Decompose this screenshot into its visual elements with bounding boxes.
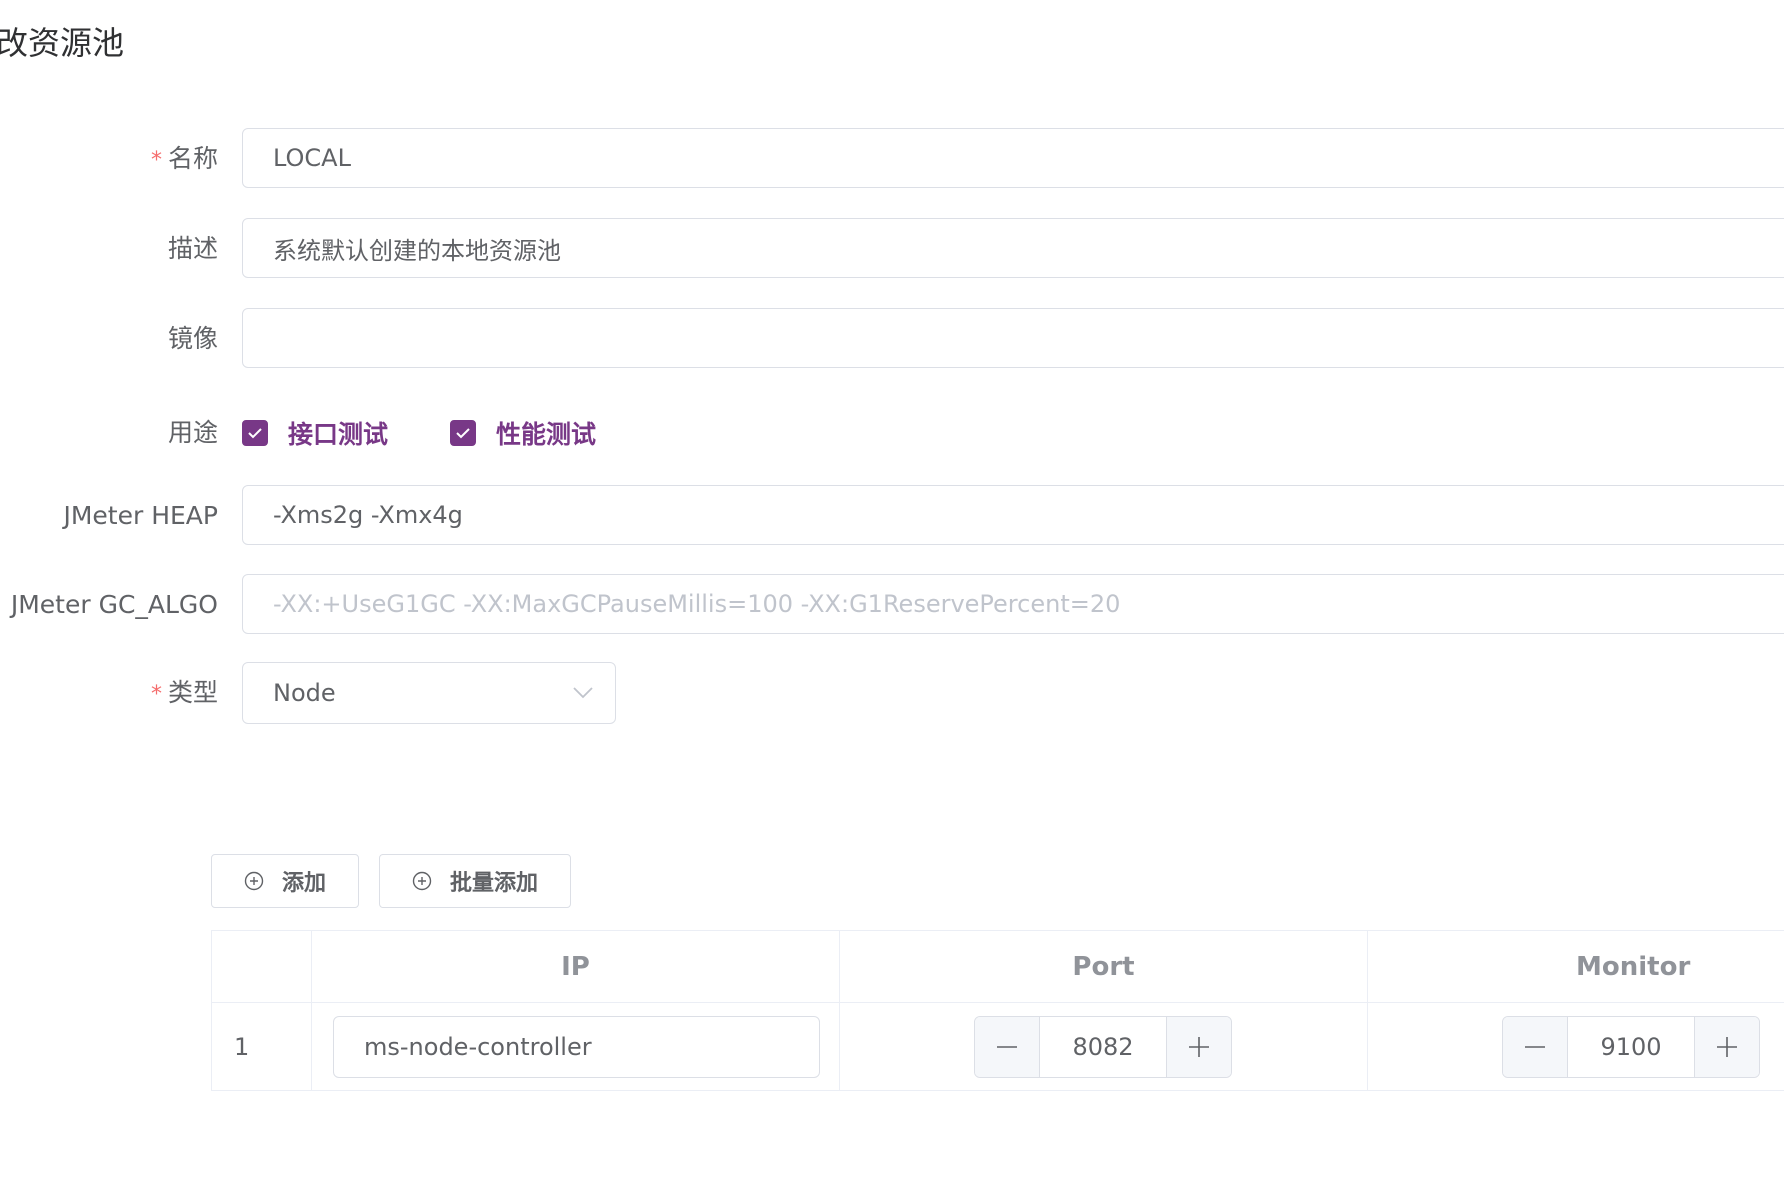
- chevron-down-icon: [573, 687, 593, 699]
- plus-icon: [1717, 1036, 1737, 1057]
- image-label: 镜像: [167, 324, 218, 353]
- usage-option-label: 接口测试: [288, 420, 389, 449]
- table-header-row: IP Port Monitor: [211, 930, 1784, 1003]
- type-select[interactable]: Node: [242, 662, 616, 724]
- monitor-increment-button[interactable]: [1694, 1016, 1759, 1077]
- description-field-wrapper: [242, 218, 1784, 278]
- jmeter-gc-algo-field-wrapper: [242, 574, 1784, 634]
- table-row: 1 8082: [211, 1002, 1784, 1091]
- form-row-image: 镜像: [0, 308, 1784, 370]
- type-label: * 类型: [150, 678, 218, 707]
- name-label: * 名称: [150, 144, 218, 173]
- jmeter-heap-input[interactable]: [243, 486, 1784, 544]
- usage-label: 用途: [167, 418, 218, 447]
- monitor-value[interactable]: 9100: [1568, 1017, 1694, 1077]
- column-header-port: Port: [839, 930, 1368, 1003]
- name-input[interactable]: [243, 129, 1784, 187]
- port-stepper: 8082: [974, 1015, 1232, 1078]
- checkbox-checked[interactable]: [450, 420, 477, 446]
- usage-option-label: 性能测试: [496, 420, 597, 449]
- description-label: 描述: [167, 234, 218, 263]
- port-increment-button[interactable]: [1166, 1016, 1231, 1077]
- image-input[interactable]: [243, 309, 1784, 367]
- form-row-jmeter-gc-algo: JMeter GC_ALGO: [0, 574, 1784, 636]
- jmeter-heap-label: JMeter HEAP: [63, 501, 218, 530]
- form-row-usage: 用途 接口测试 性能测试: [0, 402, 1784, 464]
- name-field-wrapper: [242, 128, 1784, 188]
- usage-option-api-test[interactable]: 接口测试: [242, 415, 388, 451]
- node-actions: 添加 批量添加: [211, 854, 572, 908]
- monitor-decrement-button[interactable]: [1503, 1016, 1568, 1077]
- batch-add-node-button[interactable]: 批量添加: [379, 854, 572, 908]
- required-mark: *: [150, 682, 162, 707]
- column-header-index: [211, 930, 312, 1003]
- port-value[interactable]: 8082: [1040, 1017, 1166, 1077]
- jmeter-gc-algo-label: JMeter GC_ALGO: [10, 590, 218, 619]
- image-field-wrapper: [242, 308, 1784, 368]
- minus-icon: [997, 1045, 1017, 1048]
- column-header-ip: IP: [311, 930, 840, 1003]
- form-row-jmeter-heap: JMeter HEAP: [0, 485, 1784, 547]
- checkmark-icon: [248, 428, 262, 439]
- column-header-monitor: Monitor: [1367, 930, 1784, 1003]
- circle-plus-icon: [412, 871, 432, 891]
- minus-icon: [1525, 1045, 1545, 1048]
- ip-input[interactable]: [334, 1016, 819, 1077]
- add-node-button-label: 添加: [282, 871, 327, 896]
- ip-field-wrapper: [333, 1015, 820, 1078]
- checkmark-icon: [456, 428, 470, 439]
- row-index: 1: [211, 1002, 312, 1091]
- description-input[interactable]: [243, 219, 1784, 277]
- usage-checkbox-group: 接口测试 性能测试: [242, 402, 596, 464]
- checkbox-checked[interactable]: [242, 420, 268, 446]
- add-node-button[interactable]: 添加: [211, 854, 360, 908]
- type-select-value: Node: [273, 679, 336, 707]
- monitor-cell: 9100: [1367, 1002, 1784, 1091]
- batch-add-node-button-label: 批量添加: [450, 871, 539, 896]
- port-decrement-button[interactable]: [975, 1016, 1040, 1077]
- jmeter-heap-field-wrapper: [242, 485, 1784, 545]
- monitor-stepper: 9100: [1502, 1015, 1760, 1078]
- ip-cell: [311, 1002, 840, 1091]
- circle-plus-icon: [244, 871, 264, 891]
- port-cell: 8082: [839, 1002, 1368, 1091]
- required-mark: *: [150, 148, 162, 173]
- form-row-type: * 类型 Node: [0, 662, 1784, 724]
- page-title: 改资源池: [0, 24, 125, 62]
- plus-icon: [1189, 1036, 1209, 1057]
- form-row-description: 描述: [0, 218, 1784, 280]
- form-row-name: * 名称: [0, 128, 1784, 190]
- edit-resource-pool-page: 改资源池 *名称 描述 镜像 用途 接口测试: [0, 0, 1784, 1200]
- usage-option-performance-test[interactable]: 性能测试: [450, 415, 596, 451]
- jmeter-gc-algo-input[interactable]: [243, 575, 1784, 633]
- node-table: IP Port Monitor 1 8082: [211, 930, 1784, 1091]
